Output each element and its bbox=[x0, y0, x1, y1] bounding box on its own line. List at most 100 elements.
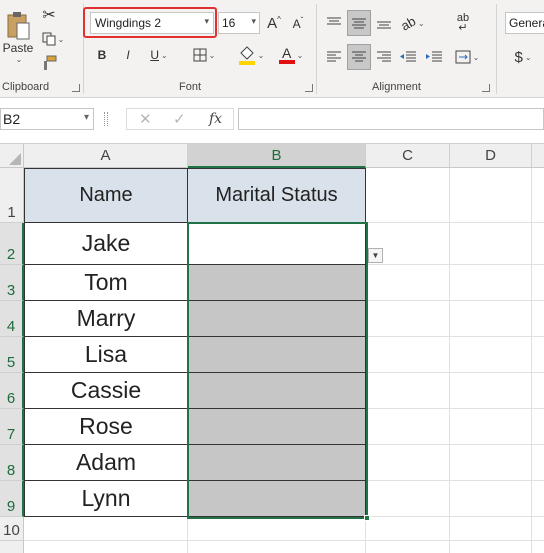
clipboard-launcher-icon[interactable] bbox=[72, 84, 80, 92]
cell-c1[interactable] bbox=[366, 168, 450, 223]
column-header-c[interactable]: C bbox=[366, 144, 450, 168]
name-box[interactable]: B2 ▾ bbox=[0, 108, 94, 130]
cell-e2[interactable] bbox=[532, 223, 544, 265]
row-header-4[interactable]: 4 bbox=[0, 301, 24, 337]
status-cell[interactable] bbox=[188, 373, 366, 409]
fill-handle[interactable] bbox=[364, 515, 370, 521]
cell-c4[interactable] bbox=[366, 301, 450, 337]
name-cell[interactable]: Tom bbox=[24, 265, 188, 301]
status-cell[interactable] bbox=[188, 481, 366, 517]
cell-d2[interactable] bbox=[450, 223, 532, 265]
cell-c11[interactable] bbox=[366, 541, 450, 553]
row-header-1[interactable]: 1 bbox=[0, 168, 24, 223]
cell-e3[interactable] bbox=[532, 265, 544, 301]
cell-e7[interactable] bbox=[532, 409, 544, 445]
name-cell[interactable]: Cassie bbox=[24, 373, 188, 409]
cell-c10[interactable] bbox=[366, 517, 450, 541]
column-header-d[interactable]: D bbox=[450, 144, 532, 168]
cell-c8[interactable] bbox=[366, 445, 450, 481]
cell-d3[interactable] bbox=[450, 265, 532, 301]
cell-b10[interactable] bbox=[188, 517, 366, 541]
cell-d8[interactable] bbox=[450, 445, 532, 481]
cell-b11[interactable] bbox=[188, 541, 366, 553]
increase-indent-button[interactable] bbox=[424, 46, 444, 68]
formula-input[interactable] bbox=[238, 108, 544, 130]
cell-c9[interactable] bbox=[366, 481, 450, 517]
cell-d5[interactable] bbox=[450, 337, 532, 373]
cell-e6[interactable] bbox=[532, 373, 544, 409]
cell-d11[interactable] bbox=[450, 541, 532, 553]
font-launcher-icon[interactable] bbox=[305, 84, 313, 92]
row-header-7[interactable]: 7 bbox=[0, 409, 24, 445]
cell-c5[interactable] bbox=[366, 337, 450, 373]
name-cell[interactable]: Rose bbox=[24, 409, 188, 445]
status-cell[interactable] bbox=[188, 265, 366, 301]
cell-d7[interactable] bbox=[450, 409, 532, 445]
enter-icon[interactable]: ✓ bbox=[173, 110, 186, 128]
cell-d1[interactable] bbox=[450, 168, 532, 223]
name-cell[interactable]: Lisa bbox=[24, 337, 188, 373]
fill-color-button[interactable]: ⌄ bbox=[234, 44, 268, 66]
name-cell[interactable]: Adam bbox=[24, 445, 188, 481]
status-cell[interactable] bbox=[188, 301, 366, 337]
status-cell-active[interactable] bbox=[188, 223, 366, 265]
top-align-button[interactable] bbox=[324, 12, 344, 34]
cell-e4[interactable] bbox=[532, 301, 544, 337]
row-header-6[interactable]: 6 bbox=[0, 373, 24, 409]
cancel-icon[interactable]: ✕ bbox=[139, 110, 152, 128]
bold-button[interactable]: B bbox=[94, 46, 110, 64]
grow-font-button[interactable]: A ^ bbox=[266, 14, 282, 32]
select-all-button[interactable] bbox=[0, 144, 24, 168]
copy-button[interactable]: ⌄ bbox=[40, 30, 66, 48]
font-size-select[interactable]: 16 ▾ bbox=[218, 12, 260, 34]
column-header-a[interactable]: A bbox=[24, 144, 188, 168]
orientation-button[interactable]: ab ⌄ bbox=[398, 12, 428, 34]
cell-d6[interactable] bbox=[450, 373, 532, 409]
column-header-b[interactable]: B bbox=[188, 144, 366, 168]
name-cell[interactable]: Marry bbox=[24, 301, 188, 337]
cell-c7[interactable] bbox=[366, 409, 450, 445]
status-cell[interactable] bbox=[188, 337, 366, 373]
font-color-button[interactable]: A ⌄ bbox=[274, 44, 308, 66]
row-header-8[interactable]: 8 bbox=[0, 445, 24, 481]
middle-align-button[interactable] bbox=[347, 10, 371, 36]
cell-c6[interactable] bbox=[366, 373, 450, 409]
decrease-indent-button[interactable] bbox=[398, 46, 418, 68]
center-button[interactable] bbox=[347, 44, 371, 70]
cell-c3[interactable] bbox=[366, 265, 450, 301]
row-header-9[interactable]: 9 bbox=[0, 481, 24, 517]
underline-button[interactable]: U ⌄ bbox=[144, 46, 174, 64]
italic-button[interactable]: I bbox=[120, 46, 136, 64]
row-header-2[interactable]: 2 bbox=[0, 223, 24, 265]
formula-bar-grip[interactable] bbox=[104, 112, 108, 126]
cell-e8[interactable] bbox=[532, 445, 544, 481]
merge-center-button[interactable]: ⌄ bbox=[452, 46, 482, 68]
status-cell[interactable] bbox=[188, 409, 366, 445]
row-header-5[interactable]: 5 bbox=[0, 337, 24, 373]
column-header-e[interactable] bbox=[532, 144, 544, 168]
name-cell[interactable]: Jake bbox=[24, 223, 188, 265]
wrap-text-button[interactable]: ab ↵ bbox=[452, 12, 474, 34]
currency-button[interactable]: $ ⌄ bbox=[508, 46, 538, 68]
header-cell-marital-status[interactable]: Marital Status bbox=[188, 168, 366, 223]
number-format-select[interactable]: Genera bbox=[505, 12, 544, 34]
alignment-launcher-icon[interactable] bbox=[482, 84, 490, 92]
cell-a11[interactable] bbox=[24, 541, 188, 553]
header-cell-name[interactable]: Name bbox=[24, 168, 188, 223]
cell-e1[interactable] bbox=[532, 168, 544, 223]
shrink-font-button[interactable]: Aˇ bbox=[290, 16, 306, 32]
cell-a10[interactable] bbox=[24, 517, 188, 541]
format-painter-button[interactable] bbox=[40, 54, 58, 72]
insert-function-icon[interactable]: fx bbox=[209, 111, 222, 127]
bottom-align-button[interactable] bbox=[374, 12, 394, 34]
cell-e9[interactable] bbox=[532, 481, 544, 517]
paste-button[interactable]: Paste ⌄ bbox=[2, 6, 34, 68]
cut-button[interactable]: ✂ bbox=[40, 6, 58, 24]
cell-e5[interactable] bbox=[532, 337, 544, 373]
align-right-button[interactable] bbox=[374, 46, 394, 68]
cell-d4[interactable] bbox=[450, 301, 532, 337]
row-header-10[interactable]: 10 bbox=[0, 517, 24, 541]
cell-e10[interactable] bbox=[532, 517, 544, 541]
cell-d10[interactable] bbox=[450, 517, 532, 541]
validation-dropdown-button[interactable]: ▼ bbox=[368, 248, 383, 263]
